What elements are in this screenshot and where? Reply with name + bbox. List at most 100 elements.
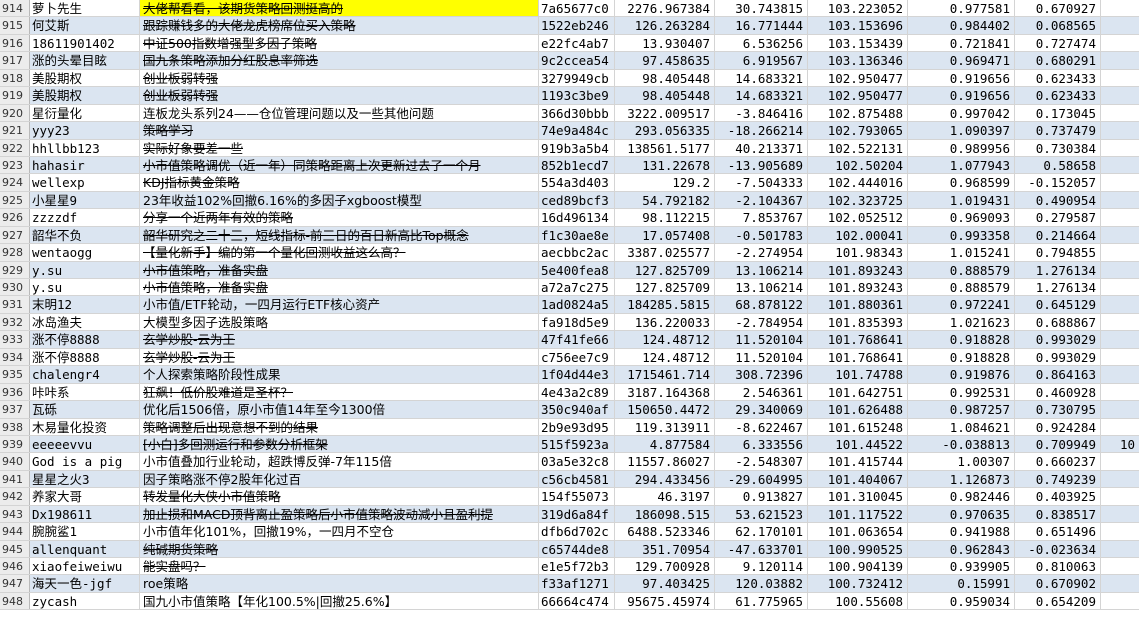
cell-id[interactable]: ced89bcf3	[539, 191, 615, 209]
cell-value-5[interactable]: 0.460928	[1015, 383, 1101, 401]
cell-title[interactable]: 跟踪赚钱多的大佬龙虎榜席位买入策略	[140, 17, 539, 34]
cell-value-2[interactable]: -0.501783	[715, 226, 808, 244]
cell-value-1[interactable]: 186098.515	[615, 505, 715, 523]
cell-value-3[interactable]: 102.793065	[808, 122, 908, 139]
cell-value-6[interactable]	[1101, 471, 1139, 487]
cell-author[interactable]: 咔咔系	[30, 383, 140, 401]
row-number[interactable]: 928	[0, 244, 30, 261]
cell-value-2[interactable]: 0.913827	[715, 488, 808, 505]
cell-value-4[interactable]: 0.721841	[908, 34, 1015, 52]
cell-value-4[interactable]: 0.972241	[908, 296, 1015, 313]
cell-value-4[interactable]: 0.15991	[908, 575, 1015, 592]
cell-title[interactable]: 玄学炒股-云为王	[140, 331, 539, 348]
table-row[interactable]: 915 何艾斯 跟踪赚钱多的大佬龙虎榜席位买入策略 1522eb246 126.2632…	[0, 17, 1139, 35]
cell-value-2[interactable]: -2.104367	[715, 191, 808, 209]
cell-value-5[interactable]: 0.173045	[1015, 104, 1101, 122]
cell-title[interactable]: 玄学炒股-云为王	[140, 348, 539, 366]
cell-value-5[interactable]: 0.670902	[1015, 575, 1101, 592]
cell-title[interactable]: 小市值策略，准备实盘	[140, 279, 539, 296]
cell-id[interactable]: 9c2ccea54	[539, 52, 615, 69]
cell-title[interactable]: 能实盘吗？	[140, 558, 539, 575]
cell-value-5[interactable]: 1.276134	[1015, 279, 1101, 296]
cell-value-5[interactable]: 0.727474	[1015, 34, 1101, 52]
cell-value-1[interactable]: 4.877584	[615, 435, 715, 453]
cell-author[interactable]: zzzzdf	[30, 209, 140, 226]
cell-value-6[interactable]	[1101, 70, 1139, 86]
table-row[interactable]: 938 木易量化投资 策略调整后出现意想不到的结果 2b9e93d95 119.3139…	[0, 418, 1139, 436]
cell-author[interactable]: 海天一色-jgf	[30, 575, 140, 592]
cell-value-4[interactable]: 0.919656	[908, 69, 1015, 87]
cell-value-3[interactable]: 103.153696	[808, 17, 908, 34]
row-number[interactable]: 938	[0, 418, 30, 435]
cell-value-6[interactable]	[1101, 296, 1139, 312]
cell-value-3[interactable]: 101.835393	[808, 313, 908, 331]
cell-id[interactable]: 852b1ecd7	[539, 156, 615, 174]
cell-value-6[interactable]	[1101, 105, 1139, 121]
cell-value-3[interactable]: 101.893243	[808, 279, 908, 296]
cell-title[interactable]: KDJ指标黄金策略	[140, 174, 539, 191]
cell-title[interactable]: 分享一个近两年有效的策略	[140, 209, 539, 226]
cell-value-4[interactable]: 1.019431	[908, 191, 1015, 209]
table-row[interactable]: 940 God is a pig 小市值叠加行业轮动，超跌博反弹-7年115倍 03a…	[0, 453, 1139, 471]
row-number[interactable]: 946	[0, 558, 30, 575]
cell-author[interactable]: y.su	[30, 279, 140, 296]
cell-value-6[interactable]	[1101, 419, 1139, 435]
cell-value-2[interactable]: 6.919567	[715, 52, 808, 69]
table-row[interactable]: 930 y.su 小市值策略，准备实盘 a72a7c275 127.825709 13.1…	[0, 279, 1139, 297]
cell-value-5[interactable]: 0.838517	[1015, 505, 1101, 523]
row-number[interactable]: 924	[0, 174, 30, 191]
cell-value-4[interactable]: 0.941988	[908, 523, 1015, 540]
cell-value-3[interactable]: 100.904139	[808, 558, 908, 575]
cell-value-3[interactable]: 101.642751	[808, 383, 908, 401]
row-number[interactable]: 943	[0, 505, 30, 523]
cell-id[interactable]: 66664c474	[539, 592, 615, 610]
cell-title[interactable]: 大佬帮看看，该期货策略回测挺高的	[140, 0, 539, 17]
cell-title[interactable]: 韶华研究之二十三，短线指标-前三日的百日新高比Top概念	[140, 226, 539, 244]
cell-value-1[interactable]: 2276.967384	[615, 0, 715, 17]
cell-value-1[interactable]: 11557.86027	[615, 453, 715, 470]
cell-value-1[interactable]: 119.313911	[615, 418, 715, 435]
row-number[interactable]: 930	[0, 279, 30, 296]
cell-value-5[interactable]: -0.023634	[1015, 540, 1101, 557]
cell-value-6[interactable]	[1101, 366, 1139, 382]
cell-value-6[interactable]	[1101, 122, 1139, 138]
table-row[interactable]: 914 萝卜先生 大佬帮看看，该期货策略回测挺高的 7a65677c0 2276.967…	[0, 0, 1139, 18]
cell-id[interactable]: 03a5e32c8	[539, 453, 615, 470]
table-row[interactable]: 920 星衍量化 连板龙头系列24——仓位管理问题以及一些其他问题 366d30bbb…	[0, 104, 1139, 123]
cell-value-3[interactable]: 101.98343	[808, 244, 908, 261]
cell-value-4[interactable]: 0.997042	[908, 104, 1015, 122]
cell-title[interactable]: 小市值策略，准备实盘	[140, 261, 539, 278]
table-row[interactable]: 941 星星之火3 因子策略涨不停2股年化过百 c56cb4581 294.433456…	[0, 470, 1139, 489]
row-number[interactable]: 948	[0, 592, 30, 610]
row-number[interactable]: 929	[0, 261, 30, 278]
cell-value-6[interactable]	[1101, 331, 1139, 347]
row-number[interactable]: 935	[0, 366, 30, 383]
row-number[interactable]: 922	[0, 139, 30, 156]
cell-value-4[interactable]: 0.989956	[908, 139, 1015, 156]
cell-value-4[interactable]: 0.962843	[908, 540, 1015, 557]
cell-title[interactable]: 加止损和MACD顶背离止盈策略后小市值策略波动减小且盈利提	[140, 505, 539, 523]
cell-value-4[interactable]: 1.077943	[908, 156, 1015, 174]
cell-value-3[interactable]: 102.052512	[808, 209, 908, 226]
row-number[interactable]: 920	[0, 104, 30, 122]
table-row[interactable]: 925 小星星9 23年收益102%回撤6.16%的多因子xgboost模型 ced8…	[0, 191, 1139, 210]
cell-value-3[interactable]: 101.44522	[808, 435, 908, 453]
cell-value-6[interactable]	[1101, 541, 1139, 557]
cell-title[interactable]: 狂飙！低价股难道是圣杯？	[140, 383, 539, 401]
table-row[interactable]: 933 涨不停8888 玄学炒股-云为王 47f41fe66 124.48712 11.5…	[0, 331, 1139, 349]
cell-id[interactable]: 2b9e93d95	[539, 418, 615, 435]
table-row[interactable]: 926 zzzzdf 分享一个近两年有效的策略 16d496134 98.112215 7…	[0, 209, 1139, 227]
cell-value-6[interactable]	[1101, 87, 1139, 103]
cell-author[interactable]: zycash	[30, 592, 140, 610]
cell-value-1[interactable]: 46.3197	[615, 488, 715, 505]
cell-value-4[interactable]: 1.084621	[908, 418, 1015, 435]
row-number[interactable]: 941	[0, 470, 30, 488]
cell-value-5[interactable]: 0.730384	[1015, 139, 1101, 156]
cell-id[interactable]: 1193c3be9	[539, 87, 615, 104]
row-number[interactable]: 944	[0, 523, 30, 540]
cell-author[interactable]: wentaogg	[30, 244, 140, 261]
cell-value-4[interactable]: 0.970635	[908, 505, 1015, 523]
cell-author[interactable]: 瓦砾	[30, 401, 140, 418]
cell-value-6[interactable]	[1101, 209, 1139, 225]
row-number[interactable]: 917	[0, 52, 30, 69]
